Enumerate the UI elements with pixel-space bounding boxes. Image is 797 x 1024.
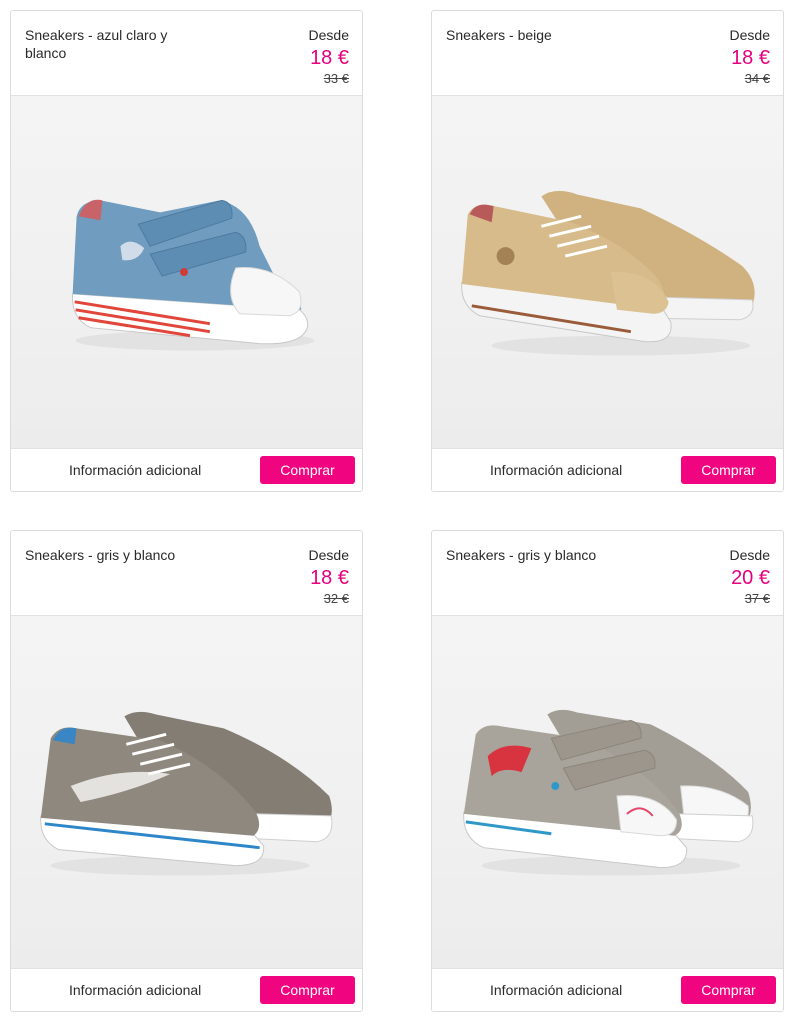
from-label: Desde (729, 27, 770, 43)
product-card: Sneakers - gris y blanco Desde 18 € 32 € (10, 530, 363, 1012)
product-card: Sneakers - beige Desde 18 € 34 € Informa… (431, 10, 784, 492)
old-price: 32 € (323, 591, 349, 606)
product-card-footer: Información adicional Comprar (432, 968, 783, 1011)
product-title[interactable]: Sneakers - gris y blanco (25, 546, 200, 564)
from-label: Desde (308, 27, 349, 43)
from-label: Desde (308, 547, 349, 563)
product-image[interactable] (432, 96, 783, 450)
product-grid: Sneakers - azul claro y blanco Desde 18 … (0, 0, 797, 1024)
price-box: Desde 20 € 37 € (730, 547, 770, 606)
product-image[interactable] (11, 96, 362, 450)
current-price: 18 € (310, 567, 349, 589)
more-info-link[interactable]: Información adicional (490, 981, 622, 999)
sneaker-image (71, 199, 315, 351)
product-card-header: Sneakers - beige Desde 18 € 34 € (432, 11, 783, 96)
sneaker-image (461, 190, 755, 356)
more-info-link[interactable]: Información adicional (69, 461, 201, 479)
product-card: Sneakers - gris y blanco Desde 20 € 37 € (431, 530, 784, 1012)
old-price: 34 € (744, 71, 770, 86)
buy-button[interactable]: Comprar (260, 456, 355, 484)
current-price: 18 € (731, 47, 770, 69)
product-title[interactable]: Sneakers - azul claro y blanco (25, 26, 200, 62)
buy-button[interactable]: Comprar (681, 456, 776, 484)
product-image[interactable] (11, 616, 362, 970)
product-card-header: Sneakers - azul claro y blanco Desde 18 … (11, 11, 362, 96)
buy-button[interactable]: Comprar (681, 976, 776, 1004)
product-image[interactable] (432, 616, 783, 970)
product-card-footer: Información adicional Comprar (11, 968, 362, 1011)
buy-button[interactable]: Comprar (260, 976, 355, 1004)
old-price: 37 € (744, 591, 770, 606)
product-card: Sneakers - azul claro y blanco Desde 18 … (10, 10, 363, 492)
more-info-link[interactable]: Información adicional (69, 981, 201, 999)
product-card-header: Sneakers - gris y blanco Desde 18 € 32 € (11, 531, 362, 616)
product-title[interactable]: Sneakers - gris y blanco (446, 546, 621, 564)
product-card-footer: Información adicional Comprar (432, 448, 783, 491)
sneaker-image (40, 711, 333, 876)
price-box: Desde 18 € 33 € (309, 27, 349, 86)
more-info-link[interactable]: Información adicional (490, 461, 622, 479)
price-box: Desde 18 € 32 € (309, 547, 349, 606)
product-card-header: Sneakers - gris y blanco Desde 20 € 37 € (432, 531, 783, 616)
current-price: 20 € (731, 567, 770, 589)
price-box: Desde 18 € 34 € (730, 27, 770, 86)
product-title[interactable]: Sneakers - beige (446, 26, 621, 44)
from-label: Desde (729, 547, 770, 563)
product-card-footer: Información adicional Comprar (11, 448, 362, 491)
current-price: 18 € (310, 47, 349, 69)
sneaker-image (463, 709, 754, 876)
old-price: 33 € (323, 71, 349, 86)
